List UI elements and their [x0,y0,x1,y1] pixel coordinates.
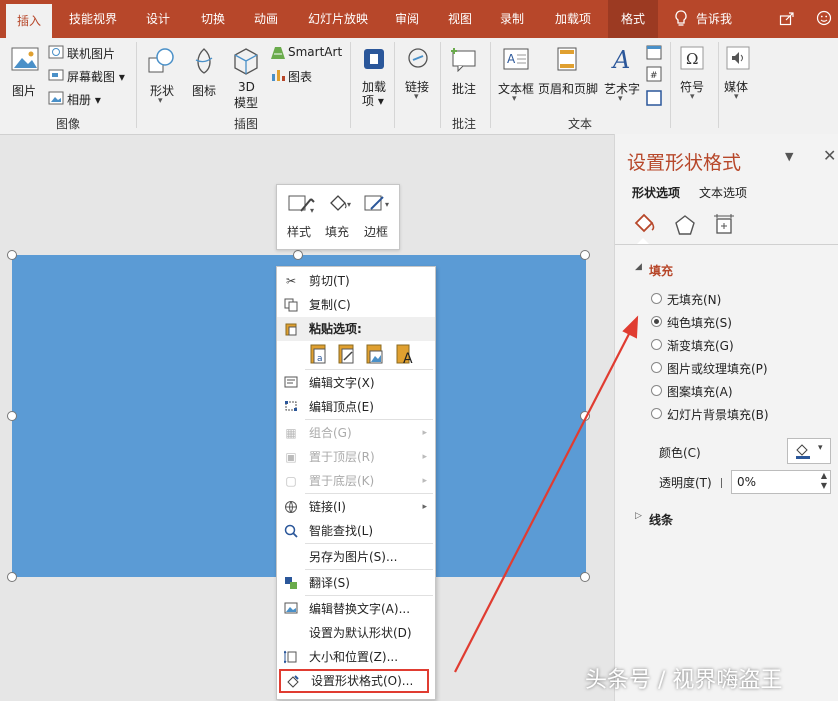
annotation-arrow [454,315,639,673]
watermark: 头条号 / 视界嗨盗王 [585,668,783,693]
